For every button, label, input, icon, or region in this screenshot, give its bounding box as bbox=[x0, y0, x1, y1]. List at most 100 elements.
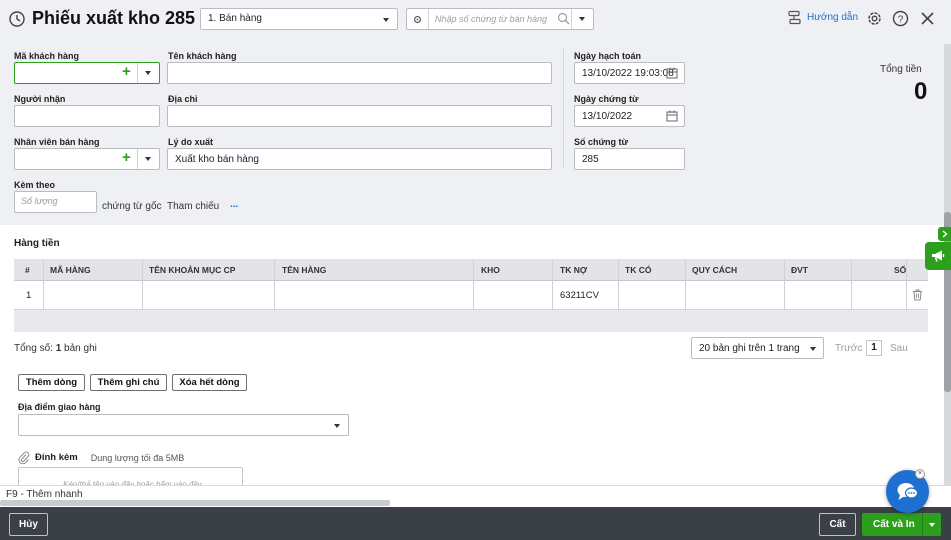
cancel-button[interactable]: Hủy bbox=[9, 513, 48, 536]
paperclip-icon bbox=[18, 451, 30, 464]
reference-label: Tham chiếu bbox=[167, 201, 220, 212]
reason-field[interactable]: Xuất kho bán hàng bbox=[167, 148, 552, 170]
guide-label: Hướng dẫn bbox=[807, 12, 859, 23]
doc-search-box bbox=[406, 8, 594, 30]
total-label: Tổng tiền bbox=[880, 64, 922, 75]
address-field[interactable] bbox=[167, 105, 552, 127]
add-note-button[interactable]: Thêm ghi chú bbox=[90, 374, 167, 391]
guide-icon bbox=[788, 10, 801, 25]
salesperson-field[interactable]: + bbox=[14, 148, 160, 170]
attached-label: Kèm theo bbox=[14, 180, 56, 190]
page-size-value: 20 bản ghi trên 1 trang bbox=[699, 343, 800, 354]
chevron-down-icon bbox=[145, 71, 151, 75]
trash-icon[interactable] bbox=[912, 289, 923, 301]
col-header-item-name: TÊN HÀNG bbox=[282, 265, 327, 275]
next-page-button[interactable]: Sau bbox=[890, 343, 908, 354]
delete-all-rows-button[interactable]: Xóa hết dòng bbox=[172, 374, 247, 391]
customer-code-field[interactable]: + bbox=[14, 62, 160, 84]
chevron-down-icon bbox=[810, 347, 816, 351]
horizontal-scrollbar[interactable] bbox=[0, 500, 390, 506]
reason-label: Lý do xuất bbox=[168, 137, 214, 147]
megaphone-icon bbox=[932, 250, 945, 262]
customer-name-label: Tên khách hàng bbox=[168, 51, 237, 61]
search-icon[interactable] bbox=[557, 12, 570, 25]
save-print-dropdown[interactable] bbox=[922, 513, 941, 536]
chat-icon bbox=[897, 483, 919, 500]
delivery-label: Địa điểm giao hàng bbox=[18, 402, 101, 412]
customer-code-dropdown[interactable] bbox=[137, 63, 159, 83]
voucher-type-select[interactable]: 1. Bán hàng bbox=[200, 8, 398, 30]
posting-date-value: 13/10/2022 19:03:08 bbox=[582, 68, 674, 79]
plus-icon[interactable]: + bbox=[122, 63, 131, 80]
grid-col-divider bbox=[274, 259, 275, 310]
doc-no-field[interactable]: 285 bbox=[574, 148, 685, 170]
salesperson-label: Nhân viên bán hàng bbox=[14, 137, 100, 147]
customer-name-field[interactable] bbox=[167, 62, 552, 84]
row-debit-account[interactable]: 63211CV bbox=[560, 290, 599, 301]
chevron-down-icon bbox=[579, 17, 585, 21]
add-row-button[interactable]: Thêm dòng bbox=[18, 374, 85, 391]
receiver-field[interactable] bbox=[14, 105, 160, 127]
table-row[interactable]: 1 63211CV bbox=[14, 281, 928, 310]
chevron-down-icon bbox=[929, 523, 935, 527]
original-docs-label: chứng từ gốc bbox=[102, 201, 162, 212]
posting-date-field[interactable]: 13/10/2022 19:03:08 bbox=[574, 62, 685, 84]
help-icon[interactable]: ? bbox=[892, 10, 909, 27]
customer-code-label: Mã khách hàng bbox=[14, 51, 80, 61]
doc-search-input[interactable] bbox=[435, 12, 555, 26]
history-icon[interactable] bbox=[8, 10, 26, 28]
doc-no-label: Số chứng từ bbox=[574, 137, 629, 147]
grid-col-divider bbox=[142, 259, 143, 310]
col-header-unit: ĐVT bbox=[791, 265, 808, 275]
chevron-down-icon bbox=[383, 18, 389, 22]
qty-input[interactable] bbox=[21, 196, 91, 206]
guide-link[interactable]: Hướng dẫn bbox=[787, 10, 858, 25]
col-header-cost-item: TÊN KHOẢN MỤC CP bbox=[149, 265, 236, 275]
page-number[interactable]: 1 bbox=[866, 340, 882, 356]
receiver-label: Người nhận bbox=[14, 94, 66, 104]
attachment-label: Đính kèm bbox=[35, 452, 78, 463]
row-number: 1 bbox=[26, 290, 32, 301]
search-settings-button[interactable] bbox=[407, 9, 429, 29]
record-count-value: 1 bbox=[55, 343, 62, 354]
prev-page-button[interactable]: Trước bbox=[835, 343, 862, 354]
salesperson-dropdown[interactable] bbox=[137, 149, 159, 169]
save-button[interactable]: Cất bbox=[819, 513, 856, 536]
plus-icon[interactable]: + bbox=[122, 149, 131, 166]
chat-close-icon[interactable]: × bbox=[915, 469, 925, 479]
calendar-icon[interactable] bbox=[666, 67, 678, 79]
chevron-right-icon bbox=[942, 230, 948, 238]
save-print-label: Cất và In bbox=[873, 519, 915, 530]
grid-col-divider bbox=[473, 259, 474, 310]
qty-field[interactable] bbox=[14, 191, 97, 213]
header-bar: Phiếu xuất kho 285 1. Bán hàng Hướng dẫn bbox=[0, 0, 951, 38]
announcement-tab[interactable] bbox=[925, 242, 951, 270]
svg-text:?: ? bbox=[898, 14, 904, 25]
record-count-prefix: Tổng số: bbox=[14, 343, 53, 354]
grid-col-divider bbox=[906, 259, 907, 310]
grid-col-divider bbox=[618, 259, 619, 310]
attachment-header: Đính kèm Dung lượng tối đa 5MB bbox=[18, 451, 184, 464]
reference-more-link[interactable]: ... bbox=[230, 199, 238, 210]
save-print-button[interactable]: Cất và In bbox=[862, 513, 941, 536]
grid-col-divider bbox=[43, 259, 44, 310]
calendar-icon[interactable] bbox=[666, 110, 678, 122]
delivery-select[interactable] bbox=[18, 414, 349, 436]
page-size-select[interactable]: 20 bản ghi trên 1 trang bbox=[691, 337, 824, 359]
doc-date-field[interactable]: 13/10/2022 bbox=[574, 105, 685, 127]
doc-date-label: Ngày chứng từ bbox=[574, 94, 639, 104]
col-header-no: # bbox=[25, 265, 30, 275]
record-count: Tổng số: 1 bản ghi bbox=[14, 343, 97, 354]
col-header-debit-account: TK NỢ bbox=[560, 265, 588, 275]
doc-date-value: 13/10/2022 bbox=[582, 111, 633, 122]
close-icon[interactable] bbox=[920, 11, 935, 26]
attachment-size-hint: Dung lượng tối đa 5MB bbox=[90, 452, 185, 463]
record-count-suffix: bản ghi bbox=[64, 343, 97, 354]
doc-search-dropdown[interactable] bbox=[571, 9, 593, 29]
col-header-item-code: MÃ HÀNG bbox=[50, 265, 91, 275]
doc-no-value: 285 bbox=[582, 154, 599, 165]
settings-icon[interactable] bbox=[866, 10, 883, 27]
side-panel-toggle[interactable] bbox=[938, 227, 951, 241]
address-label: Địa chỉ bbox=[168, 94, 198, 104]
col-header-spec: QUY CÁCH bbox=[692, 265, 738, 275]
